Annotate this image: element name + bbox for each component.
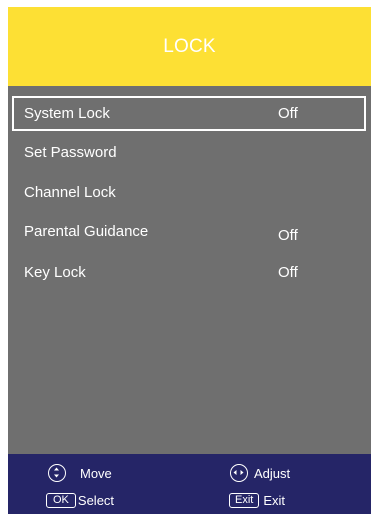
ok-key-icon: OK <box>46 493 76 508</box>
menu-item-label: System Lock <box>24 105 110 122</box>
menu-item-label: Parental Guidance <box>24 223 149 240</box>
adjust-label: Adjust <box>254 465 291 481</box>
menu-item-system-lock[interactable]: System Lock Off <box>12 96 366 131</box>
menu-item-parental-guidance[interactable]: Parental Guidance Off <box>12 214 366 249</box>
menu-item-key-lock[interactable]: Key Lock Off <box>12 255 366 290</box>
exit-key-icon: Exit <box>229 493 260 508</box>
menu-item-value: Off <box>278 264 298 281</box>
select-hint: OK Select <box>46 493 114 508</box>
menu-item-channel-lock[interactable]: Channel Lock <box>12 175 366 210</box>
select-label: Select <box>77 493 115 508</box>
menu-item-value: Off <box>278 227 298 244</box>
up-down-arrows-icon <box>48 464 66 482</box>
menu-item-set-password[interactable]: Set Password <box>12 135 366 170</box>
footer-hints: Move Adjust OK Select Exit Exit <box>8 454 371 514</box>
exit-label: Exit <box>263 493 286 508</box>
exit-hint: Exit Exit <box>229 493 285 508</box>
menu-item-label: Set Password <box>24 144 117 161</box>
adjust-hint: Adjust <box>230 464 290 482</box>
move-hint: Move <box>48 464 112 482</box>
menu-title: LOCK <box>163 35 216 57</box>
menu-item-label: Key Lock <box>24 264 86 281</box>
move-label: Move <box>80 465 112 481</box>
menu-item-value: Off <box>278 105 298 122</box>
lock-menu-panel: LOCK System Lock Off Set Password Channe… <box>8 7 371 514</box>
menu-header: LOCK <box>8 7 371 86</box>
menu-item-label: Channel Lock <box>24 184 116 201</box>
left-right-arrows-icon <box>230 464 248 482</box>
